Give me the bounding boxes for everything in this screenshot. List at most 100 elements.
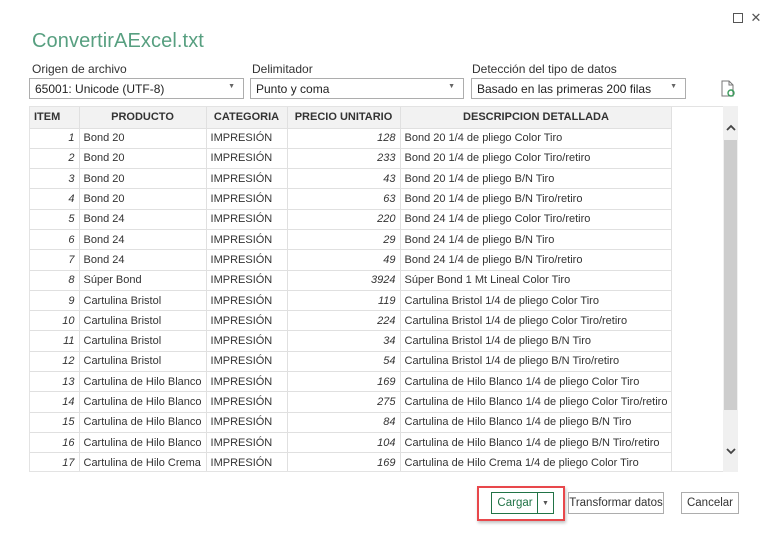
- cell-categoria: IMPRESIÓN: [206, 391, 288, 413]
- preview-table: ITEM PRODUCTO CATEGORIA PRECIO UNITARIO …: [30, 107, 673, 471]
- cell-item: 1: [30, 128, 80, 149]
- chevron-up-icon: [725, 124, 736, 131]
- cell-precio-unitario: 34: [287, 330, 401, 352]
- file-origin-label: Origen de archivo: [32, 62, 127, 76]
- data-preview-grid: ITEM PRODUCTO CATEGORIA PRECIO UNITARIO …: [29, 106, 737, 472]
- cell-descripcion: Bond 20 1/4 de pliego B/N Tiro: [400, 168, 673, 190]
- cell-item: 6: [30, 229, 80, 251]
- cell-item: 14: [30, 391, 80, 413]
- refresh-preview-icon[interactable]: [720, 80, 736, 98]
- column-header-precio-unitario[interactable]: PRECIO UNITARIO: [287, 107, 401, 129]
- cell-descripcion: Bond 24 1/4 de pliego B/N Tiro: [400, 229, 673, 251]
- column-header-item[interactable]: ITEM: [30, 107, 80, 129]
- cell-precio-unitario: 84: [287, 412, 401, 433]
- cell-descripcion: Cartulina Bristol 1/4 de pliego B/N Tiro…: [400, 351, 673, 373]
- chevron-down-icon: ▼: [228, 83, 235, 90]
- cell-precio-unitario: 169: [287, 452, 401, 471]
- type-detection-select[interactable]: Basado en las primeras 200 filas ▼: [471, 78, 686, 99]
- table-row: 17 Cartulina de Hilo Crema IMPRESIÓN 169 Car…: [30, 452, 673, 471]
- cell-descripcion: Bond 24 1/4 de pliego B/N Tiro/retiro: [400, 249, 673, 271]
- chevron-down-icon: ▼: [448, 83, 455, 90]
- file-origin-select[interactable]: 65001: Unicode (UTF-8) ▼: [29, 78, 244, 99]
- cell-producto: Súper Bond: [79, 270, 207, 291]
- transform-data-button[interactable]: Transformar datos: [568, 492, 664, 514]
- import-dialog: ✕ ConvertirAExcel.txt Origen de archivo …: [0, 0, 768, 542]
- cell-producto: Cartulina de Hilo Blanco: [79, 391, 207, 413]
- cell-descripcion: Cartulina de Hilo Blanco 1/4 de pliego C…: [400, 391, 673, 413]
- column-header-categoria[interactable]: CATEGORIA: [206, 107, 288, 129]
- cell-item: 2: [30, 148, 80, 170]
- cell-precio-unitario: 104: [287, 432, 401, 454]
- cell-item: 17: [30, 452, 80, 471]
- table-row: 3 Bond 20 IMPRESIÓN 43 Bond 20 1/4 de pliego…: [30, 168, 673, 190]
- column-header-producto[interactable]: PRODUCTO: [79, 107, 207, 129]
- close-button[interactable]: ✕: [744, 6, 768, 30]
- cell-descripcion: Súper Bond 1 Mt Lineal Color Tiro: [400, 270, 673, 291]
- load-button[interactable]: Cargar: [491, 492, 538, 514]
- table-row: 13 Cartulina de Hilo Blanco IMPRESIÓN 169 Ca…: [30, 371, 673, 393]
- cell-precio-unitario: 169: [287, 371, 401, 393]
- cell-categoria: IMPRESIÓN: [206, 371, 288, 393]
- cell-precio-unitario: 220: [287, 209, 401, 230]
- cell-precio-unitario: 275: [287, 391, 401, 413]
- cell-item: 13: [30, 371, 80, 393]
- cell-producto: Cartulina Bristol: [79, 290, 207, 312]
- cell-item: 7: [30, 249, 80, 271]
- chevron-down-icon: ▼: [670, 83, 677, 90]
- cell-item: 3: [30, 168, 80, 190]
- table-row: 16 Cartulina de Hilo Blanco IMPRESIÓN 104 Ca…: [30, 432, 673, 454]
- cell-precio-unitario: 54: [287, 351, 401, 373]
- close-icon: ✕: [750, 10, 762, 25]
- cell-producto: Cartulina de Hilo Blanco: [79, 412, 207, 433]
- cell-precio-unitario: 29: [287, 229, 401, 251]
- cancel-button[interactable]: Cancelar: [681, 492, 739, 514]
- cell-categoria: IMPRESIÓN: [206, 351, 288, 373]
- vertical-scrollbar[interactable]: [723, 106, 738, 472]
- cell-categoria: IMPRESIÓN: [206, 249, 288, 271]
- table-row: 12 Cartulina Bristol IMPRESIÓN 54 Cartulina …: [30, 351, 673, 373]
- cell-item: 15: [30, 412, 80, 433]
- cell-categoria: IMPRESIÓN: [206, 229, 288, 251]
- cell-categoria: IMPRESIÓN: [206, 128, 288, 149]
- cell-item: 12: [30, 351, 80, 373]
- cell-descripcion: Cartulina Bristol 1/4 de pliego Color Ti…: [400, 290, 673, 312]
- table-row: 6 Bond 24 IMPRESIÓN 29 Bond 24 1/4 de pliego…: [30, 229, 673, 251]
- delimiter-select[interactable]: Punto y coma ▼: [250, 78, 464, 99]
- scroll-down-button[interactable]: [723, 442, 738, 460]
- cell-producto: Bond 20: [79, 168, 207, 190]
- type-detection-value: Basado en las primeras 200 filas: [477, 81, 652, 96]
- cell-categoria: IMPRESIÓN: [206, 310, 288, 332]
- cell-categoria: IMPRESIÓN: [206, 148, 288, 170]
- cell-categoria: IMPRESIÓN: [206, 330, 288, 352]
- cell-precio-unitario: 224: [287, 310, 401, 332]
- cell-item: 8: [30, 270, 80, 291]
- cell-descripcion: Bond 20 1/4 de pliego B/N Tiro/retiro: [400, 188, 673, 210]
- dialog-title: ConvertirAExcel.txt: [32, 30, 204, 52]
- column-header-descripcion[interactable]: DESCRIPCION DETALLADA: [400, 107, 673, 129]
- cell-item: 10: [30, 310, 80, 332]
- cell-descripcion: Cartulina de Hilo Crema 1/4 de pliego Co…: [400, 452, 673, 471]
- type-detection-label: Detección del tipo de datos: [472, 62, 617, 76]
- cell-item: 9: [30, 290, 80, 312]
- cell-item: 4: [30, 188, 80, 210]
- cell-precio-unitario: 3924: [287, 270, 401, 291]
- maximize-icon: [733, 13, 743, 23]
- scrollbar-thumb[interactable]: [724, 140, 737, 410]
- cell-producto: Cartulina de Hilo Crema: [79, 452, 207, 471]
- table-row: 14 Cartulina de Hilo Blanco IMPRESIÓN 275 Ca…: [30, 391, 673, 413]
- cell-producto: Bond 20: [79, 148, 207, 170]
- cell-producto: Cartulina Bristol: [79, 330, 207, 352]
- scroll-up-button[interactable]: [723, 118, 738, 136]
- chevron-down-icon: ▼: [542, 499, 549, 507]
- cell-categoria: IMPRESIÓN: [206, 270, 288, 291]
- load-options-dropdown[interactable]: ▼: [537, 492, 554, 514]
- cell-precio-unitario: 49: [287, 249, 401, 271]
- cell-categoria: IMPRESIÓN: [206, 412, 288, 433]
- cell-descripcion: Cartulina de Hilo Blanco 1/4 de pliego B…: [400, 432, 673, 454]
- table-row: 1 Bond 20 IMPRESIÓN 128 Bond 20 1/4 de plieg…: [30, 128, 673, 149]
- cell-descripcion: Bond 24 1/4 de pliego Color Tiro/retiro: [400, 209, 673, 230]
- cell-categoria: IMPRESIÓN: [206, 290, 288, 312]
- cell-descripcion: Bond 20 1/4 de pliego Color Tiro: [400, 128, 673, 149]
- cell-descripcion: Cartulina Bristol 1/4 de pliego B/N Tiro: [400, 330, 673, 352]
- cell-descripcion: Cartulina Bristol 1/4 de pliego Color Ti…: [400, 310, 673, 332]
